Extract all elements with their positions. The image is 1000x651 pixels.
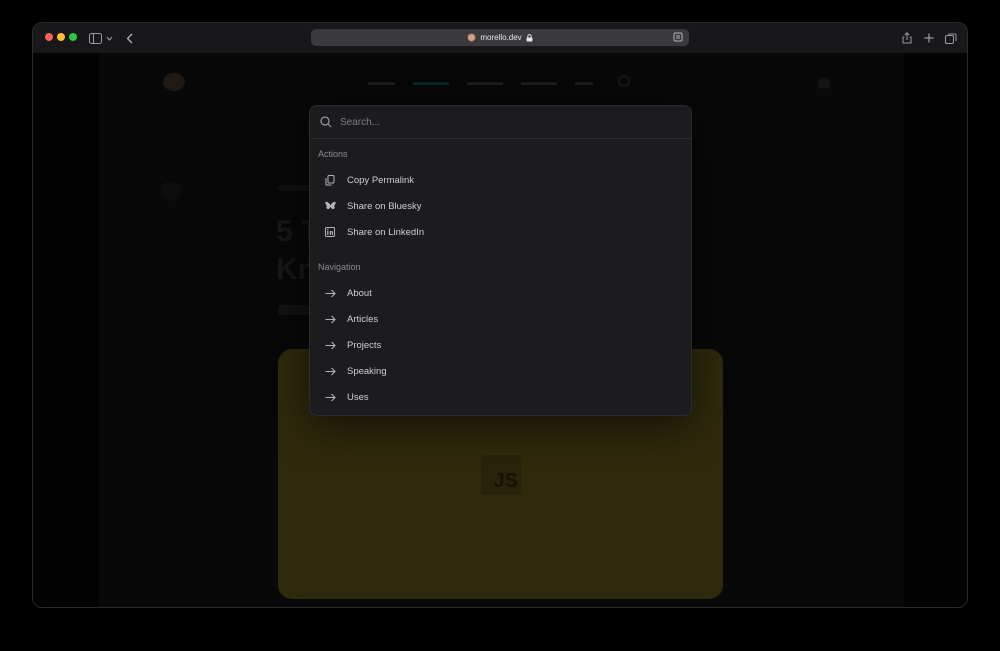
new-tab-icon[interactable] (924, 30, 934, 46)
url-text: morello.dev (480, 33, 522, 42)
search-icon (320, 116, 332, 128)
palette-item-label: Share on Bluesky (347, 200, 422, 212)
palette-item-speaking[interactable]: Speaking (318, 360, 684, 382)
palette-item-uses[interactable]: Uses (318, 386, 684, 408)
address-bar[interactable]: morello.dev (311, 29, 689, 46)
command-palette: Actions Copy Permalink Share on Bluesky … (309, 105, 692, 416)
palette-search-row (310, 106, 691, 139)
arrow-right-icon (323, 312, 337, 326)
reader-icon[interactable] (673, 32, 683, 42)
site-favicon-icon (467, 33, 477, 42)
chevron-down-icon[interactable] (106, 30, 113, 46)
arrow-right-icon (323, 286, 337, 300)
palette-item-projects[interactable]: Projects (318, 334, 684, 356)
bluesky-icon (323, 199, 337, 213)
browser-toolbar: morello.dev (33, 23, 967, 53)
palette-item-label: Speaking (347, 365, 387, 377)
palette-item-label: Copy Permalink (347, 174, 415, 186)
arrow-right-icon (323, 390, 337, 404)
palette-item-label: Share on LinkedIn (347, 226, 425, 238)
copy-icon (323, 173, 337, 187)
sidebar-icon[interactable] (89, 30, 102, 46)
linkedin-icon (323, 225, 337, 239)
arrow-right-icon (323, 364, 337, 378)
close-window-button[interactable] (45, 33, 53, 41)
zoom-window-button[interactable] (69, 33, 77, 41)
minimize-window-button[interactable] (57, 33, 65, 41)
group-title-navigation: Navigation (318, 262, 361, 272)
arrow-right-icon (323, 338, 337, 352)
lock-icon (526, 33, 533, 41)
tab-overview-icon[interactable] (945, 30, 957, 46)
palette-item-label: Uses (347, 391, 369, 403)
palette-item-share-linkedin[interactable]: Share on LinkedIn (318, 221, 684, 243)
browser-window: morello.dev ▬▬▬ ▬▬▬▬ ▬▬▬▬ ▬▬▬▬ ▬▬ 5 T Kn… (32, 22, 968, 608)
palette-item-label: Projects (347, 339, 382, 351)
palette-item-label: About (347, 287, 372, 299)
back-icon[interactable] (126, 30, 133, 46)
palette-item-copy-permalink[interactable]: Copy Permalink (318, 169, 684, 191)
group-title-actions: Actions (318, 149, 348, 159)
web-page: ▬▬▬ ▬▬▬▬ ▬▬▬▬ ▬▬▬▬ ▬▬ 5 T Kn JS Search..… (33, 53, 967, 607)
palette-item-share-bluesky[interactable]: Share on Bluesky (318, 195, 684, 217)
palette-item-about[interactable]: About (318, 282, 684, 304)
palette-item-label: Articles (347, 313, 379, 325)
share-icon[interactable] (902, 30, 912, 46)
search-input[interactable] (340, 116, 660, 128)
palette-item-articles[interactable]: Articles (318, 308, 684, 330)
